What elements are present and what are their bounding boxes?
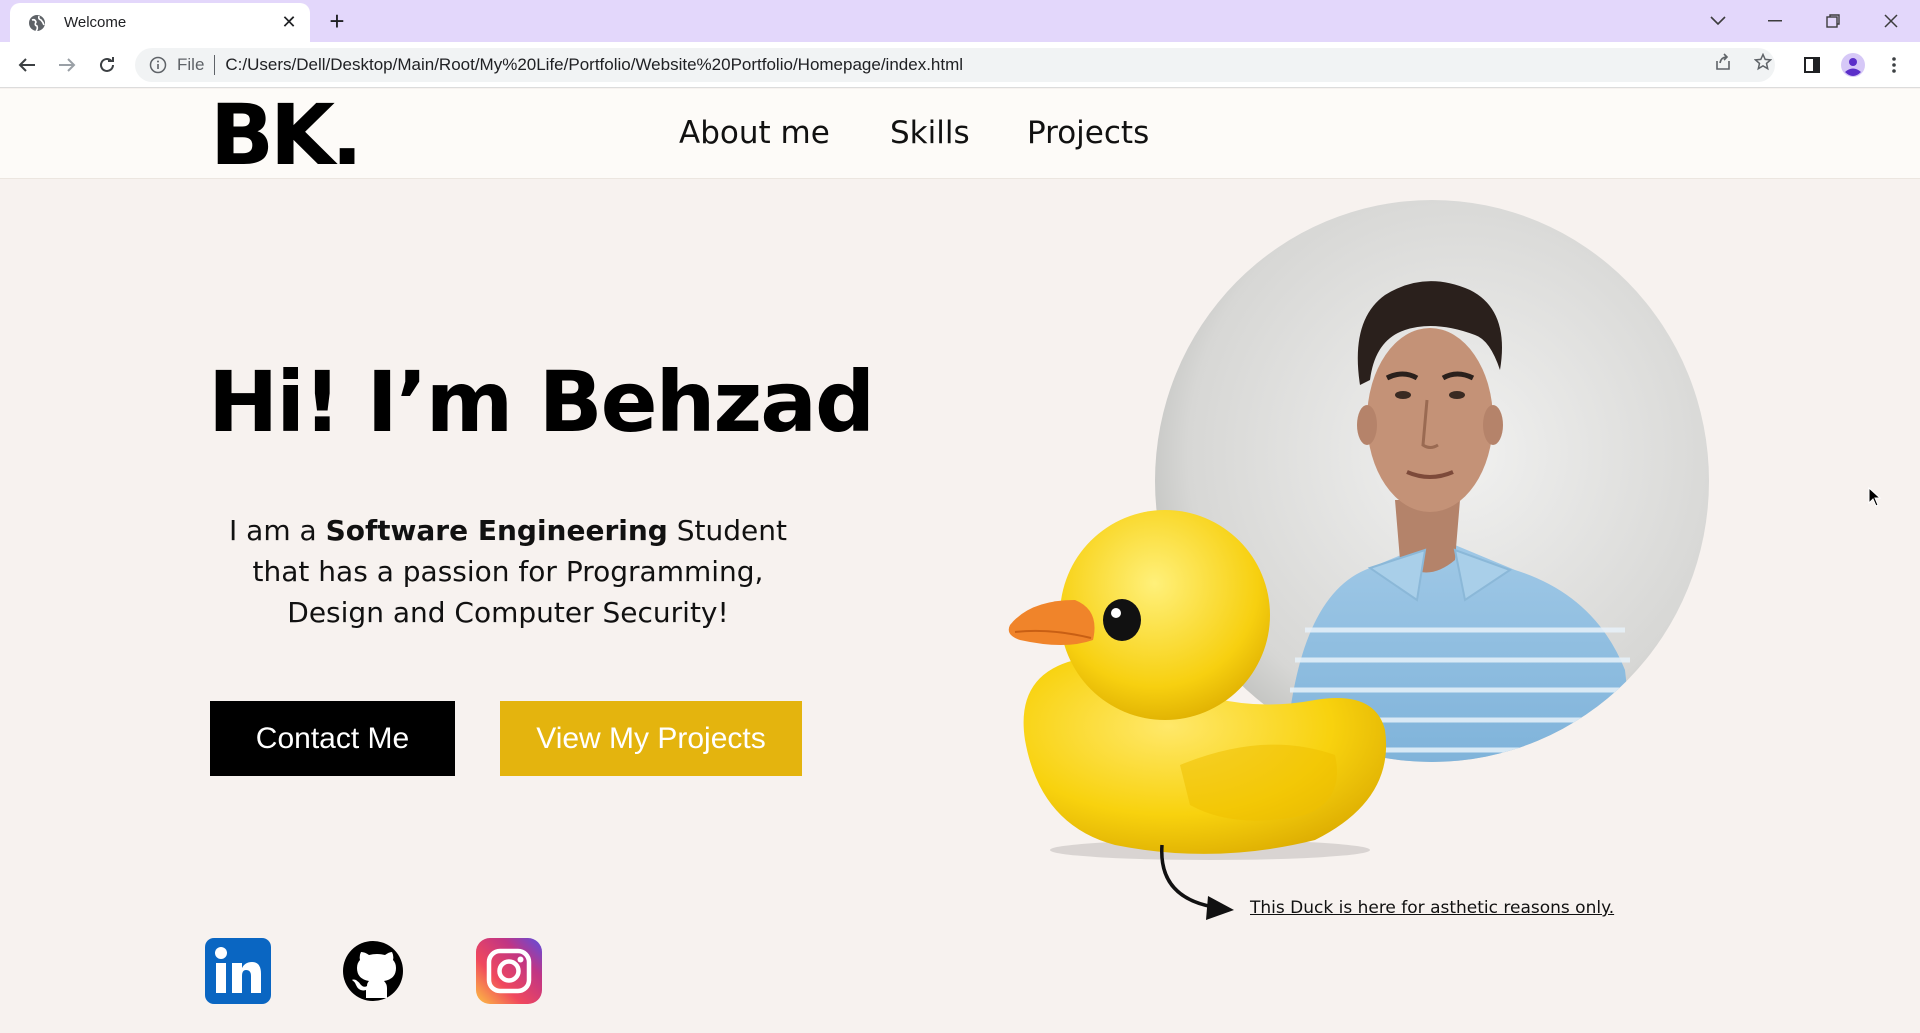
url-text[interactable]: C:/Users/Dell/Desktop/Main/Root/My%20Lif…: [225, 55, 963, 75]
close-tab-icon[interactable]: ✕: [278, 12, 300, 34]
site-logo[interactable]: BK.: [210, 93, 363, 177]
rubber-duck-image: [1005, 500, 1405, 860]
mouse-cursor-icon: [1868, 486, 1882, 507]
share-icon[interactable]: [1709, 48, 1737, 76]
back-icon[interactable]: [12, 50, 42, 80]
new-tab-button[interactable]: +: [323, 8, 351, 36]
reload-icon[interactable]: [92, 50, 122, 80]
address-bar[interactable]: File C:/Users/Dell/Desktop/Main/Root/My%…: [135, 48, 1775, 82]
contact-me-button[interactable]: Contact Me: [210, 701, 455, 776]
menu-icon[interactable]: [1879, 50, 1909, 80]
intro-prefix: I am a: [229, 514, 326, 547]
tab-title: Welcome: [64, 14, 127, 31]
side-panel-icon[interactable]: [1797, 50, 1827, 80]
restore-icon[interactable]: [1815, 6, 1851, 36]
scheme-label: File: [177, 55, 205, 74]
arrow-icon: [1150, 840, 1240, 930]
github-icon[interactable]: [340, 938, 406, 1004]
divider: [214, 55, 216, 75]
nav-skills[interactable]: Skills: [890, 115, 970, 151]
globe-icon: [28, 14, 46, 32]
info-icon[interactable]: [149, 56, 167, 74]
tab-search-icon[interactable]: [1700, 6, 1736, 36]
browser-tab-welcome[interactable]: Welcome ✕: [10, 3, 310, 42]
browser-toolbar: File C:/Users/Dell/Desktop/Main/Root/My%…: [0, 42, 1920, 88]
site-header: BK. About me Skills Projects: [0, 89, 1920, 179]
duck-caption: This Duck is here for asthetic reasons o…: [1250, 898, 1615, 918]
nav-projects[interactable]: Projects: [1027, 115, 1149, 151]
bookmark-star-icon[interactable]: [1749, 48, 1777, 76]
browser-tab-strip: Welcome ✕ +: [0, 0, 1920, 42]
forward-icon[interactable]: [52, 50, 82, 80]
close-window-icon[interactable]: [1873, 6, 1909, 36]
instagram-icon[interactable]: [476, 938, 542, 1004]
nav-about-me[interactable]: About me: [679, 115, 830, 151]
linkedin-icon[interactable]: [205, 938, 271, 1004]
view-projects-button[interactable]: View My Projects: [500, 701, 802, 776]
profile-avatar-icon[interactable]: [1838, 50, 1868, 80]
hero-intro: I am a Software Engineering Student that…: [200, 510, 816, 633]
hero-title: Hi! I’m Behzad: [208, 353, 875, 451]
intro-highlight: Software Engineering: [325, 514, 668, 547]
minimize-icon[interactable]: [1757, 6, 1793, 36]
